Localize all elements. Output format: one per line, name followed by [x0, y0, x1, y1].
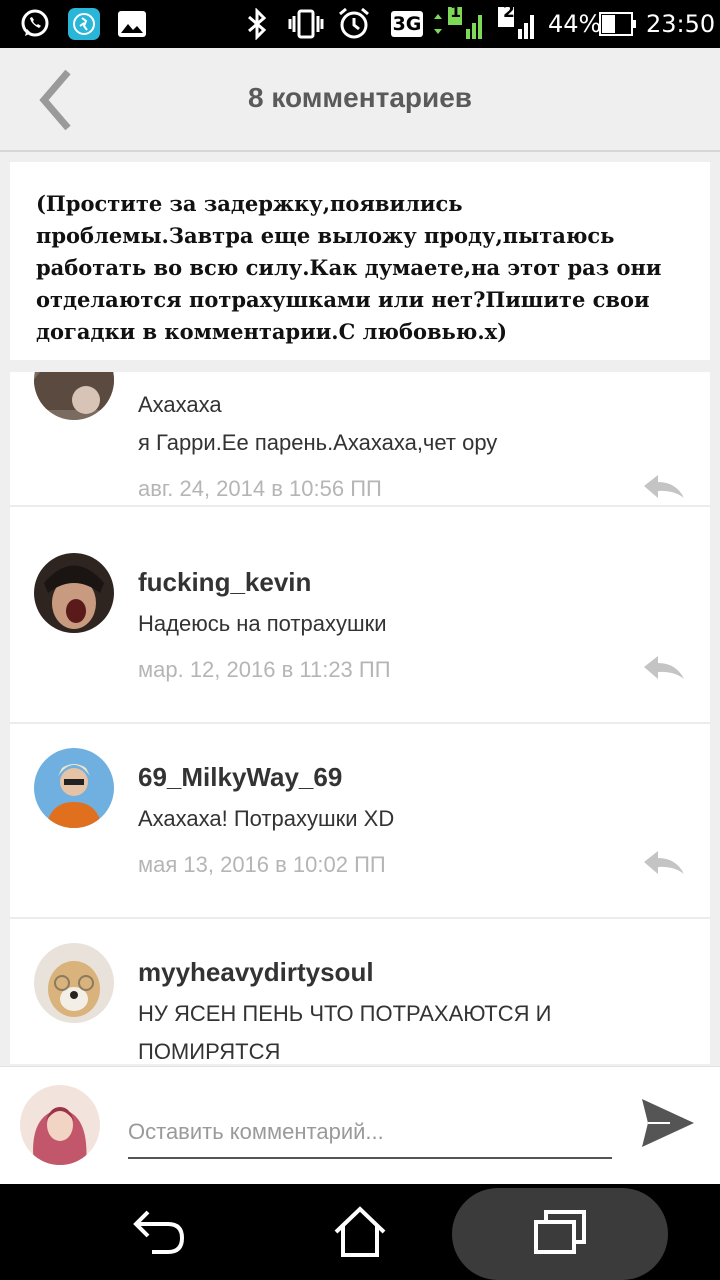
comment-date: мар. 12, 2016 в 11:23 ПП: [138, 657, 391, 682]
comment-item: myyheavydirtysoul НУ ЯСЕН ПЕНЬ ЧТО ПОТРА…: [10, 919, 710, 1064]
recent-apps-icon: [534, 1210, 586, 1254]
nav-recents-button[interactable]: [530, 1184, 590, 1280]
comments-list[interactable]: Ахахаха я Гарри.Ее парень.Ахахаха,чет ор…: [10, 372, 710, 1064]
avatar[interactable]: [34, 553, 114, 633]
reply-icon: [644, 475, 684, 498]
reply-icon: [644, 851, 684, 874]
comment-text-line: Ахахаха: [138, 392, 222, 417]
sim1-label: 1: [450, 2, 462, 21]
vibrate-icon: [288, 8, 324, 40]
whatsapp-icon: [18, 8, 52, 40]
comment-text-line: НУ ЯСЕН ПЕНЬ ЧТО ПОТРАХАЮТСЯ И: [138, 1001, 552, 1026]
my-avatar: [20, 1085, 100, 1165]
comment-author[interactable]: fucking_kevin: [138, 567, 311, 598]
comment-text-line: Ахахаха! Потрахушки XD: [138, 806, 395, 831]
avatar[interactable]: [34, 748, 114, 828]
comment-author[interactable]: 69_MilkyWay_69: [138, 762, 342, 793]
nav-back-button[interactable]: [130, 1184, 190, 1280]
app-header: 8 комментариев: [0, 48, 720, 152]
clock: 23:50: [646, 10, 716, 38]
alarm-icon: [336, 7, 372, 40]
send-icon: [642, 1099, 694, 1147]
comment-date: авг. 24, 2014 в 10:56 ПП: [138, 476, 382, 501]
comment-text-line: я Гарри.Ее парень.Ахахаха,чет ору: [138, 430, 498, 455]
status-bar: 3G 1 2 44% 23:50: [0, 0, 720, 48]
page-title: 8 комментариев: [247, 82, 473, 113]
send-button[interactable]: [640, 1097, 696, 1149]
bluetooth-icon: [244, 8, 270, 40]
comment-item: 69_MilkyWay_69 Ахахаха! Потрахушки XD ма…: [10, 724, 710, 919]
author-note-text: (Простите за задержку,появились проблемы…: [36, 191, 662, 344]
avatar[interactable]: [34, 943, 114, 1023]
reply-button[interactable]: [642, 848, 686, 878]
fitness-app-icon: [66, 8, 102, 40]
comment-item: Ахахаха я Гарри.Ее парень.Ахахаха,чет ор…: [10, 372, 710, 507]
reply-button[interactable]: [642, 472, 686, 502]
comment-text-line: Надеюсь на потрахушки: [138, 611, 387, 636]
system-nav-bar: [0, 1184, 720, 1280]
nav-home-button[interactable]: [330, 1184, 390, 1280]
sim2-label: 2: [503, 2, 515, 22]
comment-author[interactable]: myyheavydirtysoul: [138, 957, 374, 988]
reply-button[interactable]: [642, 653, 686, 683]
comment-text-line: ПОМИРЯТСЯ: [138, 1039, 281, 1064]
back-arrow-icon: [133, 1210, 185, 1254]
reply-icon: [644, 656, 684, 679]
avatar[interactable]: [34, 372, 114, 420]
battery-percent: 44%: [548, 10, 602, 38]
network-type-badge: 3G: [391, 11, 423, 37]
comment-item: fucking_kevin Надеюсь на потрахушки мар.…: [10, 529, 710, 724]
home-icon: [334, 1206, 386, 1257]
author-note: (Простите за задержку,появились проблемы…: [10, 162, 710, 360]
comment-date: мая 13, 2016 в 10:02 ПП: [138, 852, 386, 877]
battery-icon: [598, 8, 638, 40]
comment-input[interactable]: [128, 1107, 612, 1159]
gallery-icon: [116, 8, 148, 40]
comment-composer: [0, 1066, 720, 1184]
